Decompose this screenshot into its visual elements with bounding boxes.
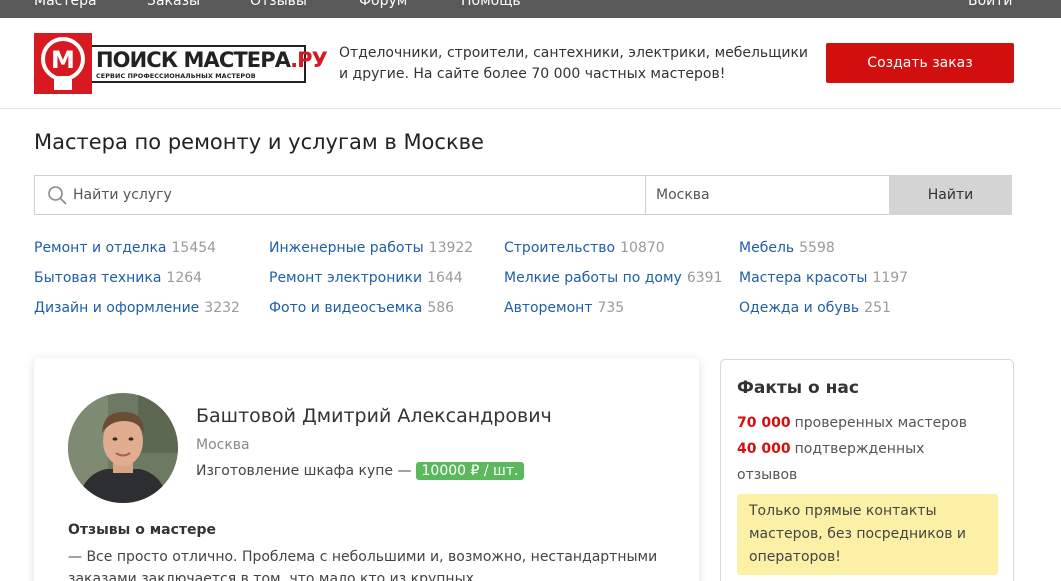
category-photo-video[interactable]: Фото и видеосъемка 586 [269,300,454,316]
price-badge: 10000 ₽ / шт. [415,462,525,480]
category-repair[interactable]: Ремонт и отделка 15454 [34,240,216,256]
nav-masters[interactable]: Мастера [34,0,97,9]
page-title: Мастера по ремонту и услугам в Москве [34,130,484,154]
reviews-heading: Отзывы о мастере [68,522,217,538]
nav-reviews[interactable]: Отзывы [250,0,307,9]
master-city: Москва [196,437,250,453]
category-appliances[interactable]: Бытовая техника 1264 [34,270,202,286]
site-tagline: Отделочники, строители, сантехники, элек… [339,45,809,82]
facts-note: Только прямые контакты мастеров, без пос… [737,494,998,575]
master-name[interactable]: Баштовой Дмитрий Александрович [196,405,552,427]
fact-reviews-cont: отзывов [737,467,798,483]
login-link[interactable]: Войти [968,0,1013,9]
top-navigation: Мастера Заказы Отзывы Форум Помощь Войти [0,0,1061,18]
category-engineering[interactable]: Инженерные работы 13922 [269,240,473,256]
category-design[interactable]: Дизайн и оформление 3232 [34,300,240,316]
city-input[interactable] [645,176,889,214]
site-header: М ПОИСК МАСТЕРА.РУ СЕРВИС ПРОФЕССИОНАЛЬН… [0,18,1061,109]
site-logo[interactable]: М ПОИСК МАСТЕРА.РУ СЕРВИС ПРОФЕССИОНАЛЬН… [34,33,328,94]
category-furniture[interactable]: Мебель 5598 [739,240,835,256]
category-auto-repair[interactable]: Авторемонт 735 [504,300,624,316]
create-order-button[interactable]: Создать заказ [826,43,1014,83]
master-service: Изготовление шкафа купе —10000 ₽ / шт. [196,462,525,480]
logo-title: ПОИСК МАСТЕРА.РУ [96,48,328,72]
service-search-input[interactable] [73,176,643,214]
category-clothing[interactable]: Одежда и обувь 251 [739,300,891,316]
nav-forum[interactable]: Форум [359,0,407,9]
fact-masters: 70 000 проверенных мастеров [737,415,967,431]
logo-mark-icon: М [34,33,92,94]
category-small-jobs[interactable]: Мелкие работы по дому 6391 [504,270,722,286]
nav-help[interactable]: Помощь [461,0,521,9]
svg-text:М: М [51,46,75,74]
facts-title: Факты о нас [737,378,859,398]
search-bar: Найти [34,175,1012,215]
master-card: Баштовой Дмитрий Александрович Москва Из… [34,358,699,581]
facts-card: Факты о нас 70 000 проверенных мастеров 4… [720,359,1014,581]
find-button[interactable]: Найти [889,175,1012,215]
avatar[interactable] [68,393,178,503]
category-electronics-repair[interactable]: Ремонт электроники 1644 [269,270,463,286]
review-text: — Все просто отлично. Проблема с небольш… [68,549,658,581]
logo-subtitle: СЕРВИС ПРОФЕССИОНАЛЬНЫХ МАСТЕРОВ [96,72,256,80]
category-construction[interactable]: Строительство 10870 [504,240,665,256]
search-icon [48,186,67,205]
nav-orders[interactable]: Заказы [147,0,200,9]
fact-reviews: 40 000 подтвержденных [737,441,925,457]
category-beauty[interactable]: Мастера красоты 1197 [739,270,908,286]
